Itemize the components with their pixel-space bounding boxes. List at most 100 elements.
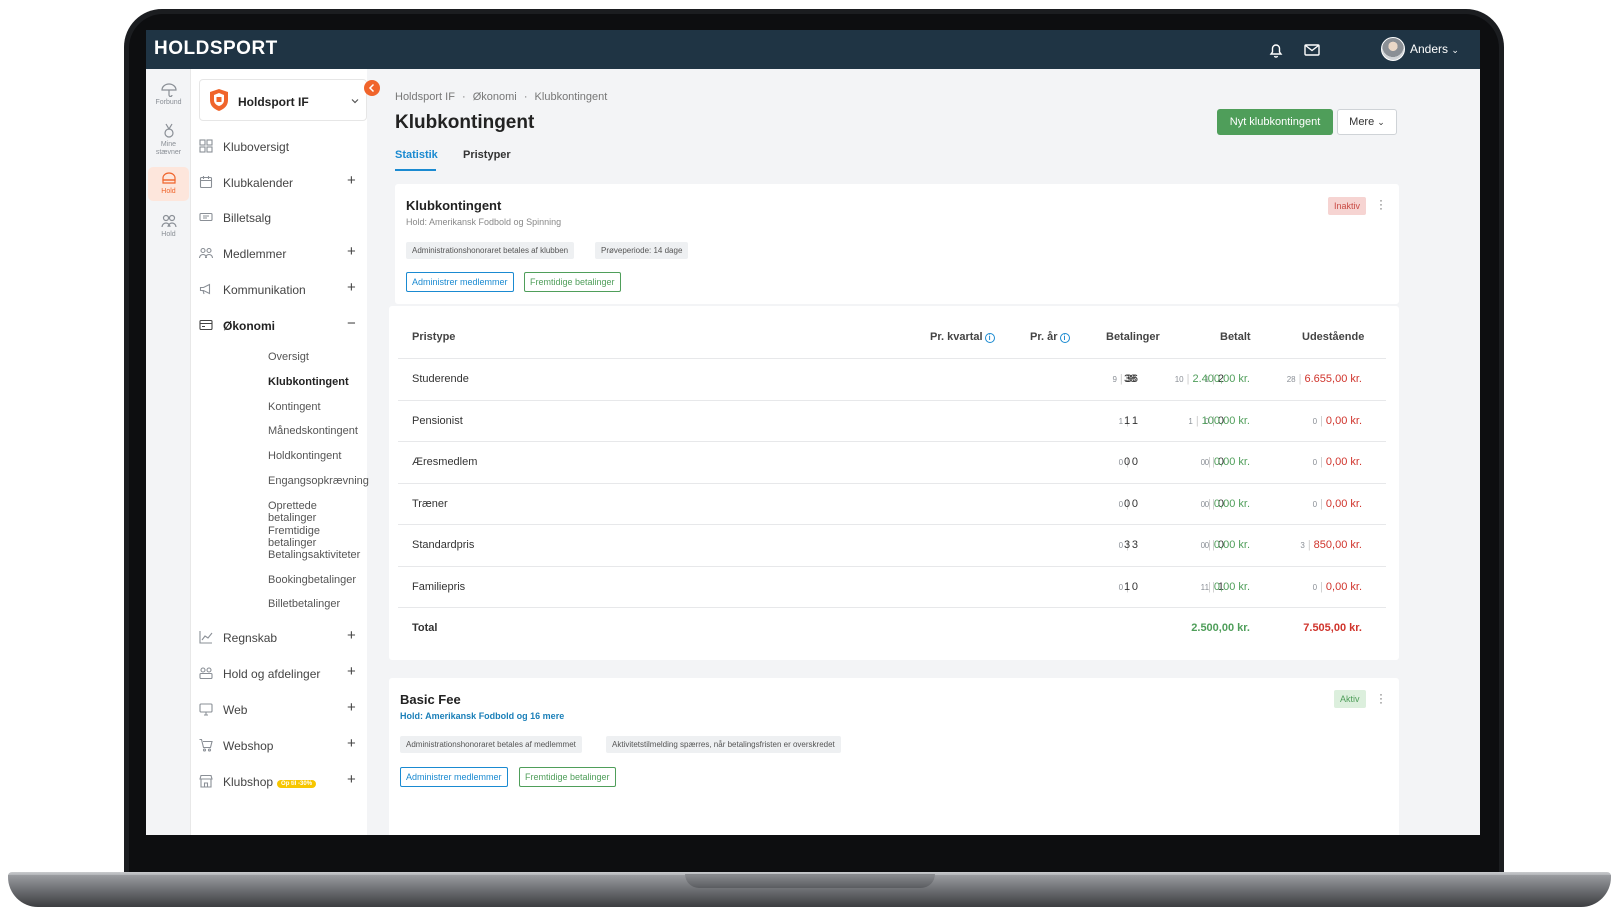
rail-hold[interactable]: Hold bbox=[148, 213, 189, 243]
col-header-pristype: Pristype bbox=[412, 331, 456, 343]
club-shield-icon bbox=[210, 89, 228, 111]
subnav-oprettede-betalinger[interactable]: Oprettede betalinger bbox=[268, 500, 367, 524]
info-icon[interactable]: i bbox=[984, 333, 995, 343]
udestaaende-cell: 28 | 6.655,00 kr. bbox=[1286, 373, 1362, 385]
more-button[interactable]: Mere ⌄ bbox=[1337, 109, 1397, 135]
subnav-betalingsaktiviteter[interactable]: Betalingsaktiviteter bbox=[268, 549, 360, 561]
cell-sub-count: 0 bbox=[1118, 541, 1124, 550]
fremtidige-betalinger-button[interactable]: Fremtidige betalinger bbox=[524, 272, 621, 292]
laptop-notch bbox=[685, 874, 935, 888]
chevron-down-icon: ⌄ bbox=[1451, 45, 1459, 55]
cell-sub-count: 0 bbox=[1118, 582, 1124, 592]
total-betalt: 2.500,00 kr. bbox=[1191, 622, 1250, 634]
expand-icon[interactable]: + bbox=[347, 663, 356, 680]
subnav-bookingbetalinger[interactable]: Bookingbetalinger bbox=[268, 574, 356, 586]
expand-icon[interactable]: + bbox=[347, 699, 356, 716]
expand-icon[interactable]: + bbox=[347, 771, 356, 788]
kebab-menu-icon[interactable]: · · · bbox=[1379, 194, 1383, 214]
nav-label: Medlemmer bbox=[223, 247, 287, 261]
subnav-kontingent[interactable]: Kontingent bbox=[268, 401, 321, 413]
breadcrumb-current: Klubkontingent bbox=[534, 91, 608, 103]
expand-icon[interactable]: + bbox=[347, 279, 356, 296]
nav-web[interactable]: Web + bbox=[199, 696, 369, 724]
table-row: Familiepris 0 | 0 1 | 1 1 1 | 0,00 kr. 0 | 0,00 kr. bbox=[398, 565, 1386, 607]
nav-klubshop[interactable]: Klubshop Op til -30% + bbox=[199, 768, 369, 796]
nav-regnskab[interactable]: Regnskab + bbox=[199, 624, 369, 652]
cell-sub-count: 0 bbox=[1312, 458, 1318, 467]
team-icon bbox=[161, 172, 176, 184]
nav-label: Web bbox=[223, 703, 248, 717]
cell-value: 0,00 kr. bbox=[1213, 456, 1250, 468]
club-selector[interactable]: Holdsport IF bbox=[199, 79, 367, 121]
total-label: Total bbox=[412, 622, 438, 634]
fremtidige-betalinger-button[interactable]: Fremtidige betalinger bbox=[519, 767, 616, 787]
nav-klubkalender[interactable]: Klubkalender + bbox=[199, 169, 369, 197]
nav-medlemmer[interactable]: Medlemmer + bbox=[199, 240, 369, 268]
betalinger-cell: 0 bbox=[1124, 456, 1131, 468]
bell-icon[interactable] bbox=[1266, 40, 1286, 60]
cell-sub-count: 0 bbox=[1200, 541, 1206, 550]
collapse-sidebar-button[interactable] bbox=[364, 80, 380, 96]
teams-icon bbox=[199, 667, 213, 680]
nav-webshop[interactable]: Webshop + bbox=[199, 732, 369, 760]
expand-icon[interactable]: + bbox=[347, 172, 356, 189]
nav-label: Klubshop bbox=[223, 775, 274, 789]
info-icon[interactable]: i bbox=[1059, 333, 1070, 343]
kebab-menu-icon[interactable]: · · · bbox=[1379, 688, 1383, 708]
user-menu[interactable]: Anders ⌄ bbox=[1410, 42, 1459, 56]
nav-label-wrap: Klubshop Op til -30% bbox=[223, 775, 317, 789]
cell-sub-count: 10 bbox=[1174, 375, 1184, 384]
subnav-billetbetalinger[interactable]: Billetbetalinger bbox=[268, 598, 340, 610]
group-icon bbox=[160, 214, 177, 228]
expand-icon[interactable]: + bbox=[347, 735, 356, 752]
nav-label: Økonomi bbox=[223, 319, 276, 333]
expand-icon[interactable]: + bbox=[347, 243, 356, 260]
cell-value: 0,00 kr. bbox=[1213, 580, 1250, 593]
administrer-medlemmer-button[interactable]: Administrer medlemmer bbox=[400, 767, 508, 787]
avatar[interactable] bbox=[1381, 37, 1405, 61]
cell-sub-count: 1 bbox=[1200, 582, 1206, 592]
collapse-icon[interactable]: − bbox=[347, 315, 356, 332]
rail-forbund[interactable]: Forbund bbox=[148, 83, 189, 113]
administrer-medlemmer-button[interactable]: Administrer medlemmer bbox=[406, 272, 514, 292]
nav-okonomi[interactable]: Økonomi − bbox=[199, 312, 369, 340]
rail-hold-active[interactable]: Hold bbox=[148, 167, 189, 201]
tab-statistik[interactable]: Statistik bbox=[395, 149, 438, 161]
rail-mine-staevner[interactable]: Mine stævner bbox=[148, 123, 189, 159]
breadcrumb-club[interactable]: Holdsport IF bbox=[395, 91, 455, 103]
table-row: Studerende 9 | 36 1 | 2 38 10 | 2.400,00 kr. 28 | 6.6… bbox=[398, 358, 1386, 399]
nav-kommunikation[interactable]: Kommunikation + bbox=[199, 276, 369, 304]
cell-value: 3 bbox=[1131, 539, 1138, 551]
breadcrumb-okonomi[interactable]: Økonomi bbox=[473, 91, 517, 103]
nav-kluboversigt[interactable]: Kluboversigt bbox=[199, 133, 369, 161]
discount-badge: Op til -30% bbox=[277, 780, 317, 788]
cell-sub-count: 1 bbox=[1118, 416, 1124, 426]
info-chip: Aktivitetstilmelding spærres, når betali… bbox=[606, 736, 841, 753]
card-hold-link[interactable]: Hold: Amerikansk Fodbold og 16 mere bbox=[400, 711, 564, 721]
subnav-oversigt[interactable]: Oversigt bbox=[268, 351, 309, 363]
betalt-cell: 1 | 0,00 kr. bbox=[1200, 580, 1250, 593]
subnav-holdkontingent[interactable]: Holdkontingent bbox=[268, 450, 341, 462]
shop-icon bbox=[199, 774, 213, 788]
betalt-cell: 10 | 2.400,00 kr. bbox=[1174, 373, 1250, 385]
cell-sub-count: 0 bbox=[1118, 458, 1124, 467]
subnav-fremtidige-betalinger[interactable]: Fremtidige betalinger bbox=[268, 525, 367, 549]
holdsport-logo[interactable]: HOLDSPORT bbox=[154, 38, 278, 60]
new-klubkontingent-button[interactable]: Nyt klubkontingent bbox=[1217, 109, 1333, 135]
mail-icon[interactable] bbox=[1302, 40, 1322, 60]
nav-billetsalg[interactable]: Billetsalg bbox=[199, 204, 369, 232]
table-total-row: Total 2.500,00 kr. 7.505,00 kr. bbox=[398, 607, 1386, 648]
nav-hold-og-afdelinger[interactable]: Hold og afdelinger + bbox=[199, 660, 369, 688]
expand-icon[interactable]: + bbox=[347, 627, 356, 644]
subnav-maanedskontingent[interactable]: Månedskontingent bbox=[268, 425, 358, 437]
sidebar: Holdsport IF Kluboversigt Klubkalender +… bbox=[191, 69, 380, 835]
cell-value: 0,00 kr. bbox=[1213, 497, 1250, 510]
subnav-engangsopkraevning[interactable]: Engangsopkrævning bbox=[268, 475, 369, 487]
pristype-name: Familiepris bbox=[412, 580, 466, 593]
cell-sub-count: 0 bbox=[1312, 582, 1318, 592]
subnav-klubkontingent[interactable]: Klubkontingent bbox=[268, 376, 349, 388]
nav-label: Klubkalender bbox=[223, 176, 294, 190]
wallet-icon bbox=[199, 319, 213, 331]
tab-pristyper[interactable]: Pristyper bbox=[463, 149, 511, 161]
nav-label: Kluboversigt bbox=[223, 140, 290, 154]
